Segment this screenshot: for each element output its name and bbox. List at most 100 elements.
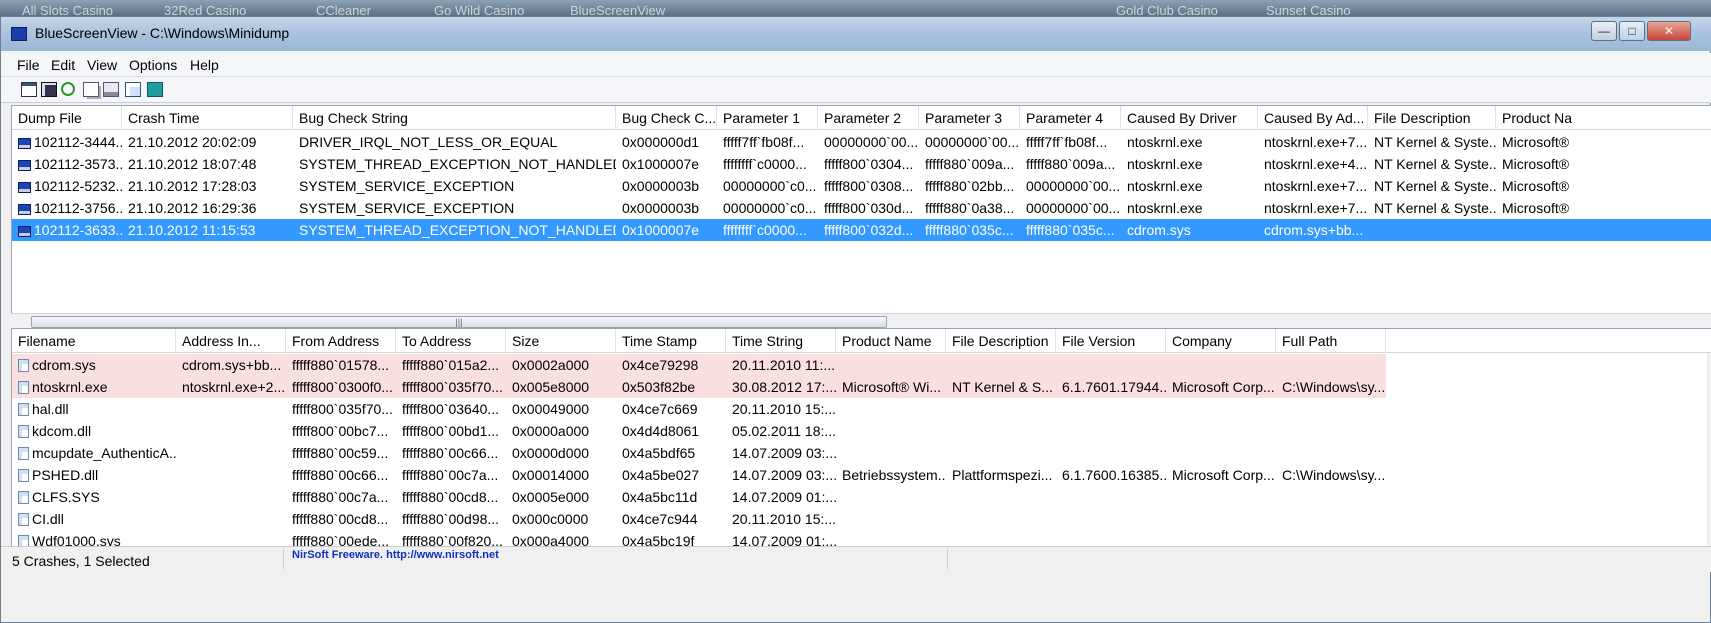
column-header[interactable]: To Address: [396, 329, 506, 353]
table-cell: [176, 442, 286, 464]
table-row[interactable]: PSHED.dll fffff880`00c66... fffff880`00c7a…: [12, 464, 1711, 486]
column-header[interactable]: Time String: [726, 329, 836, 353]
floppy-icon[interactable]: [41, 82, 57, 97]
refresh-icon[interactable]: [61, 82, 75, 96]
cell-text: ntoskrnl.exe+7...: [1264, 178, 1368, 194]
column-header[interactable]: Caused By Driver: [1121, 106, 1258, 130]
cell-text: ffffffff`c0000...: [723, 156, 807, 172]
column-header[interactable]: Parameter 3: [919, 106, 1020, 130]
table-row[interactable]: cdrom.sys cdrom.sys+bb... fffff880`01578..…: [12, 354, 1711, 376]
cell-text: 20.11.2010 15:...: [732, 511, 836, 527]
column-header[interactable]: Crash Time: [122, 106, 293, 130]
table-cell: CI.dll: [12, 508, 176, 530]
table-row[interactable]: 102112-3573... 21.10.2012 18:07:48 SYSTEM_…: [12, 153, 1711, 175]
table-cell: fffff880`015a2...: [396, 354, 506, 376]
file-icon: [18, 513, 29, 526]
cell-text: fffff800`032d...: [824, 222, 914, 238]
table-cell: [1276, 398, 1386, 420]
title-bar[interactable]: BlueScreenView - C:\Windows\Minidump — □…: [1, 17, 1711, 51]
column-header[interactable]: Filename: [12, 329, 176, 353]
table-row[interactable]: ntoskrnl.exe ntoskrnl.exe+2... fffff800`03…: [12, 376, 1711, 398]
dump-file-icon: [18, 138, 31, 149]
cell-text: 0x4ce79298: [622, 357, 699, 373]
column-header[interactable]: Dump File: [12, 106, 122, 130]
driver-list-pane[interactable]: Filename Address In... From Address To Addr…: [11, 328, 1711, 558]
menu-file[interactable]: File: [17, 57, 40, 73]
column-header[interactable]: Size: [506, 329, 616, 353]
table-cell: Microsoft®: [1496, 175, 1711, 197]
table-row[interactable]: CLFS.SYS fffff880`00c7a... fffff880`00cd8.…: [12, 486, 1711, 508]
column-header[interactable]: File Description: [946, 329, 1056, 353]
cell-text: fffff880`00c66...: [402, 445, 499, 461]
table-cell: fffff880`01578...: [286, 354, 396, 376]
table-cell: fffff880`009a...: [1020, 153, 1121, 175]
table-cell: 20.11.2010 15:...: [726, 398, 836, 420]
nirsoft-link[interactable]: NirSoft Freeware. http://www.nirsoft.net: [292, 549, 499, 561]
menu-options[interactable]: Options: [129, 57, 177, 73]
table-row[interactable]: 102112-3444... 21.10.2012 20:02:09 DRIVER_…: [12, 131, 1711, 153]
menu-view[interactable]: View: [87, 57, 117, 73]
table-cell: fffff800`032d...: [818, 219, 919, 241]
table-row[interactable]: 102112-3633... 21.10.2012 11:15:53 SYSTEM_…: [12, 219, 1711, 241]
minimize-button[interactable]: —: [1591, 21, 1617, 41]
cell-text: 0x005e8000: [512, 379, 590, 395]
column-header[interactable]: Parameter 2: [818, 106, 919, 130]
table-cell: 20.11.2010 15:...: [726, 508, 836, 530]
crash-list-pane[interactable]: Dump File Crash Time Bug Check String Bug C…: [11, 105, 1711, 325]
column-header[interactable]: Product Name: [836, 329, 946, 353]
table-cell: 0x000c0000: [506, 508, 616, 530]
menu-help[interactable]: Help: [190, 57, 219, 73]
cell-text: 00000000`00...: [824, 134, 919, 150]
table-cell: 6.1.7601.17944...: [1056, 376, 1166, 398]
menu-edit[interactable]: Edit: [51, 57, 75, 73]
window-title: BlueScreenView - C:\Windows\Minidump: [35, 25, 290, 41]
column-header[interactable]: Company: [1166, 329, 1276, 353]
table-cell: [1056, 420, 1166, 442]
table-cell: 00000000`00...: [919, 131, 1020, 153]
column-header[interactable]: Time Stamp: [616, 329, 726, 353]
cell-text: fffff7ff`fb08f...: [1026, 134, 1108, 150]
column-header[interactable]: File Version: [1056, 329, 1166, 353]
table-cell: fffff880`00cd8...: [286, 508, 396, 530]
table-row[interactable]: hal.dll fffff800`035f70... fffff800`03640.…: [12, 398, 1711, 420]
properties-icon[interactable]: [103, 82, 119, 97]
column-header[interactable]: Bug Check C...: [616, 106, 717, 130]
cell-text: ntoskrnl.exe: [1127, 178, 1203, 194]
table-row[interactable]: 102112-5232... 21.10.2012 17:28:03 SYSTEM_…: [12, 175, 1711, 197]
column-header[interactable]: Parameter 1: [717, 106, 818, 130]
close-button[interactable]: ✕: [1647, 21, 1691, 41]
table-cell: 0x4ce7c669: [616, 398, 726, 420]
find-icon[interactable]: [125, 82, 141, 97]
table-row[interactable]: 102112-3756... 21.10.2012 16:29:36 SYSTEM_…: [12, 197, 1711, 219]
exit-icon[interactable]: [147, 82, 163, 97]
table-row[interactable]: kdcom.dll fffff800`00bc7... fffff800`00bd1…: [12, 420, 1711, 442]
maximize-button[interactable]: □: [1619, 21, 1645, 41]
cell-text: Microsoft® Wi...: [842, 379, 941, 395]
table-cell: [1276, 486, 1386, 508]
save-icon[interactable]: [21, 82, 37, 97]
table-cell: PSHED.dll: [12, 464, 176, 486]
table-cell: [1056, 486, 1166, 508]
column-header[interactable]: Bug Check String: [293, 106, 616, 130]
table-row[interactable]: mcupdate_AuthenticA... fffff880`00c59... f…: [12, 442, 1711, 464]
column-header[interactable]: Caused By Ad...: [1258, 106, 1368, 130]
column-header[interactable]: Product Na: [1496, 106, 1711, 130]
cell-text: 6.1.7600.16385...: [1062, 467, 1166, 483]
table-cell: [1166, 442, 1276, 464]
cell-text: 30.08.2012 17:...: [732, 379, 836, 395]
vertical-scrollbar[interactable]: [1707, 353, 1711, 557]
cell-text: fffff800`0308...: [824, 178, 914, 194]
table-cell: 6.1.7600.16385...: [1056, 464, 1166, 486]
column-header[interactable]: Parameter 4: [1020, 106, 1121, 130]
column-header[interactable]: Address In...: [176, 329, 286, 353]
table-cell: ffffffff`c0000...: [717, 153, 818, 175]
table-row[interactable]: CI.dll fffff880`00cd8... fffff880`00d98...…: [12, 508, 1711, 530]
copy-icon[interactable]: [83, 82, 99, 97]
column-header[interactable]: Full Path: [1276, 329, 1386, 353]
horizontal-scrollbar[interactable]: |||: [11, 313, 1711, 329]
table-cell: fffff800`00bd1...: [396, 420, 506, 442]
scroll-thumb[interactable]: |||: [31, 316, 887, 328]
table-cell: 00000000`00...: [1020, 197, 1121, 219]
column-header[interactable]: File Description: [1368, 106, 1496, 130]
column-header[interactable]: From Address: [286, 329, 396, 353]
